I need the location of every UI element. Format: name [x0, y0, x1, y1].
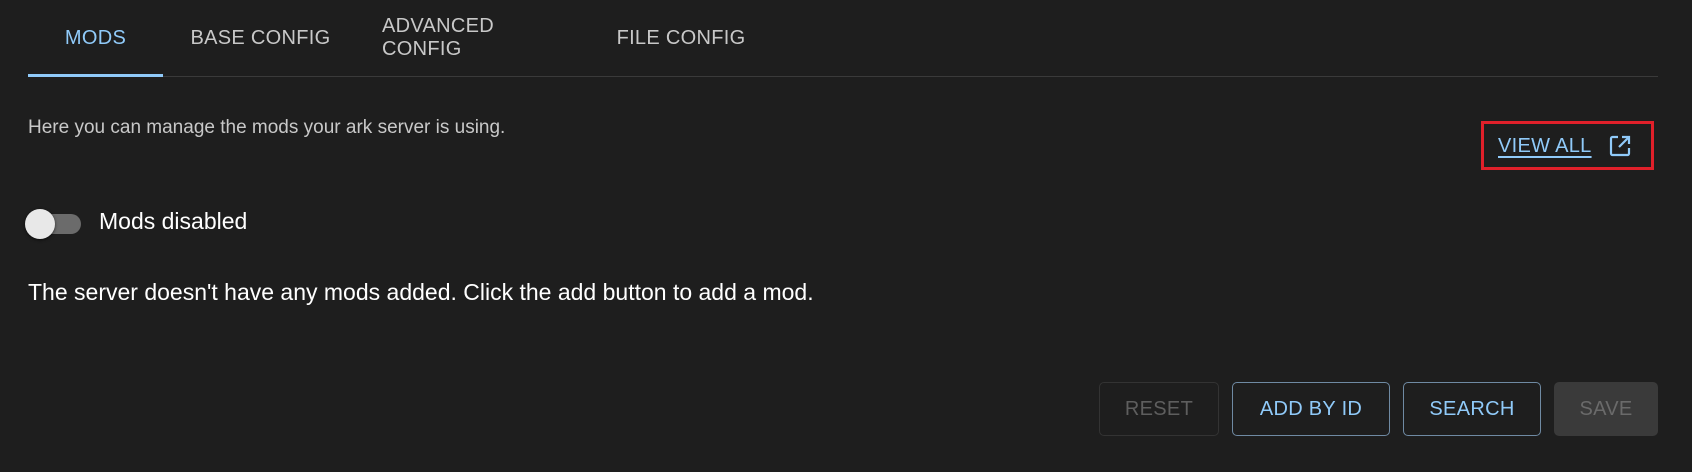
mods-toggle-row: Mods disabled: [25, 203, 247, 239]
reset-button[interactable]: RESET: [1099, 382, 1219, 436]
tab-base-config[interactable]: BASE CONFIG: [163, 0, 358, 76]
save-button[interactable]: SAVE: [1554, 382, 1658, 436]
mods-enabled-switch[interactable]: [25, 203, 81, 239]
search-button[interactable]: SEARCH: [1403, 382, 1541, 436]
tab-mods[interactable]: MODS: [28, 0, 163, 77]
mods-description: Here you can manage the mods your ark se…: [28, 117, 506, 138]
empty-mods-message: The server doesn't have any mods added. …: [28, 279, 814, 305]
add-by-id-button[interactable]: ADD BY ID: [1232, 382, 1390, 436]
view-all-link[interactable]: VIEW ALL: [1498, 128, 1632, 164]
external-link-icon: [1608, 134, 1632, 158]
tab-advanced-config[interactable]: ADVANCED CONFIG: [358, 0, 588, 76]
mods-toggle-label: Mods disabled: [99, 207, 248, 234]
action-buttons: RESET ADD BY ID SEARCH SAVE: [1099, 382, 1658, 436]
view-all-label: VIEW ALL: [1498, 134, 1592, 157]
switch-thumb: [25, 209, 55, 239]
tab-file-config[interactable]: FILE CONFIG: [588, 0, 774, 76]
mods-page: MODS BASE CONFIG ADVANCED CONFIG FILE CO…: [0, 0, 1692, 472]
config-tabs: MODS BASE CONFIG ADVANCED CONFIG FILE CO…: [28, 0, 1658, 77]
